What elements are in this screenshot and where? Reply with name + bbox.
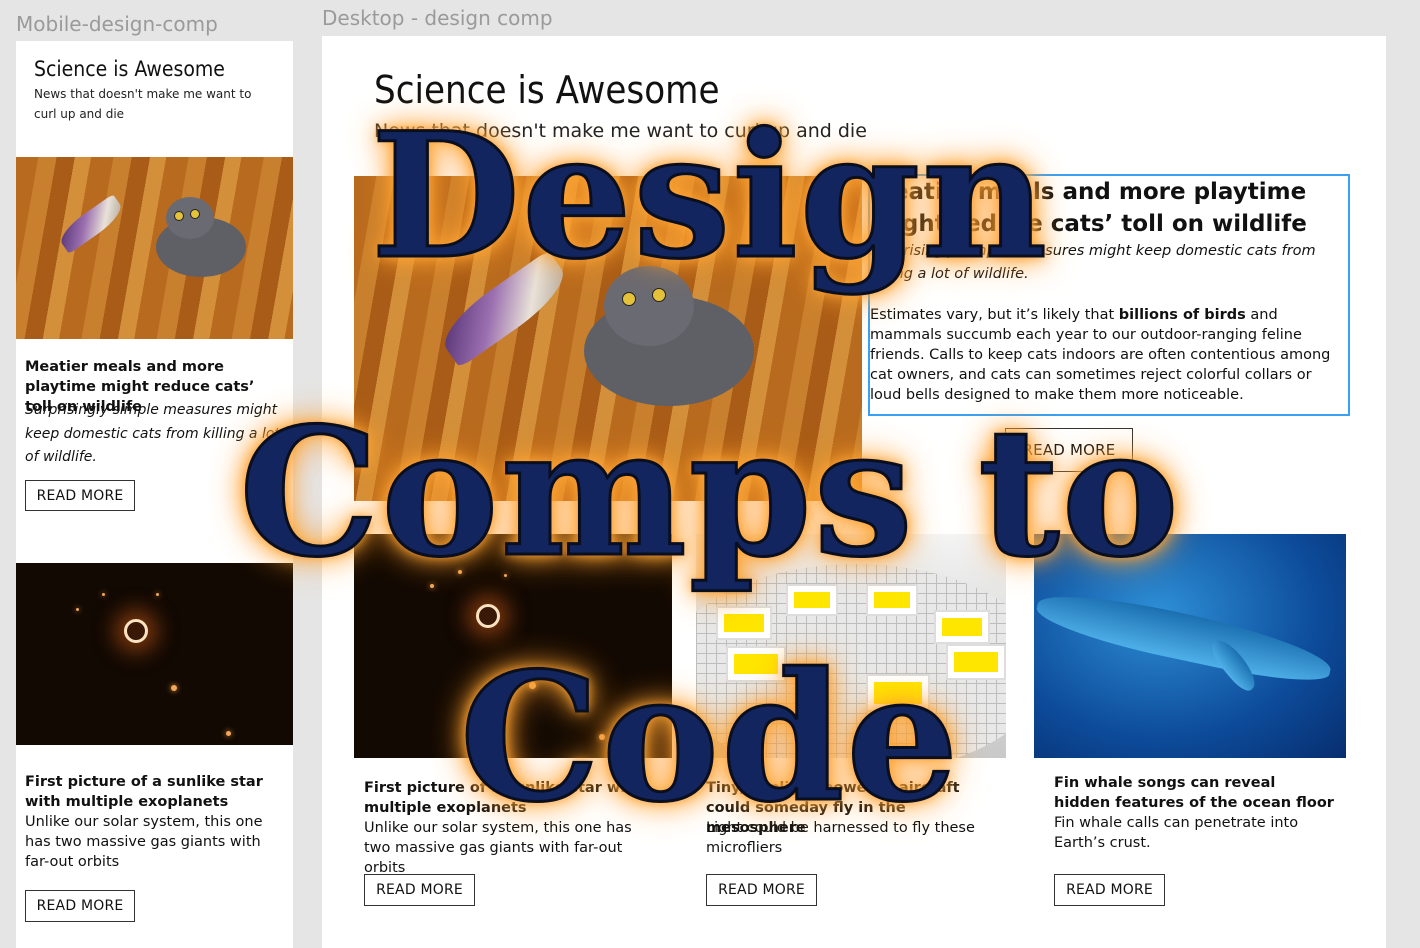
desktop-whale-read-more-button[interactable]: READ MORE [1054, 874, 1165, 906]
mobile-site-title: Science is Awesome [34, 57, 225, 81]
overlay-title-line-1: Design [369, 94, 1050, 297]
mobile-star-read-more-button[interactable]: READ MORE [25, 890, 135, 922]
desktop-star-read-more-button[interactable]: READ MORE [364, 874, 475, 906]
desktop-cat-body-bold: billions of birds [1118, 307, 1246, 323]
mobile-site-tagline: News that doesn't make me want to curl u… [34, 87, 252, 121]
desktop-whale-summary: Fin whale calls can penetrate into Earth… [1054, 815, 1299, 851]
mobile-cat-photo [16, 157, 293, 339]
mobile-frame-label: Mobile-design-comp [16, 12, 218, 36]
mobile-cat-read-more-button[interactable]: READ MORE [25, 480, 135, 511]
desktop-cat-body-start: Estimates vary, but it’s likely that [870, 307, 1119, 323]
overlay-title-line-3: Code [458, 634, 961, 841]
desktop-craft-read-more-button[interactable]: READ MORE [706, 874, 817, 906]
mobile-star-summary: Unlike our solar system, this one has tw… [25, 814, 263, 870]
desktop-whale-headline: Fin whale songs can reveal hidden featur… [1054, 775, 1334, 811]
overlay-title-line-2: Comps to [238, 389, 1181, 596]
mobile-star-headline: First picture of a sunlike star with mul… [25, 774, 263, 810]
desktop-frame-label: Desktop - design comp [322, 6, 553, 30]
